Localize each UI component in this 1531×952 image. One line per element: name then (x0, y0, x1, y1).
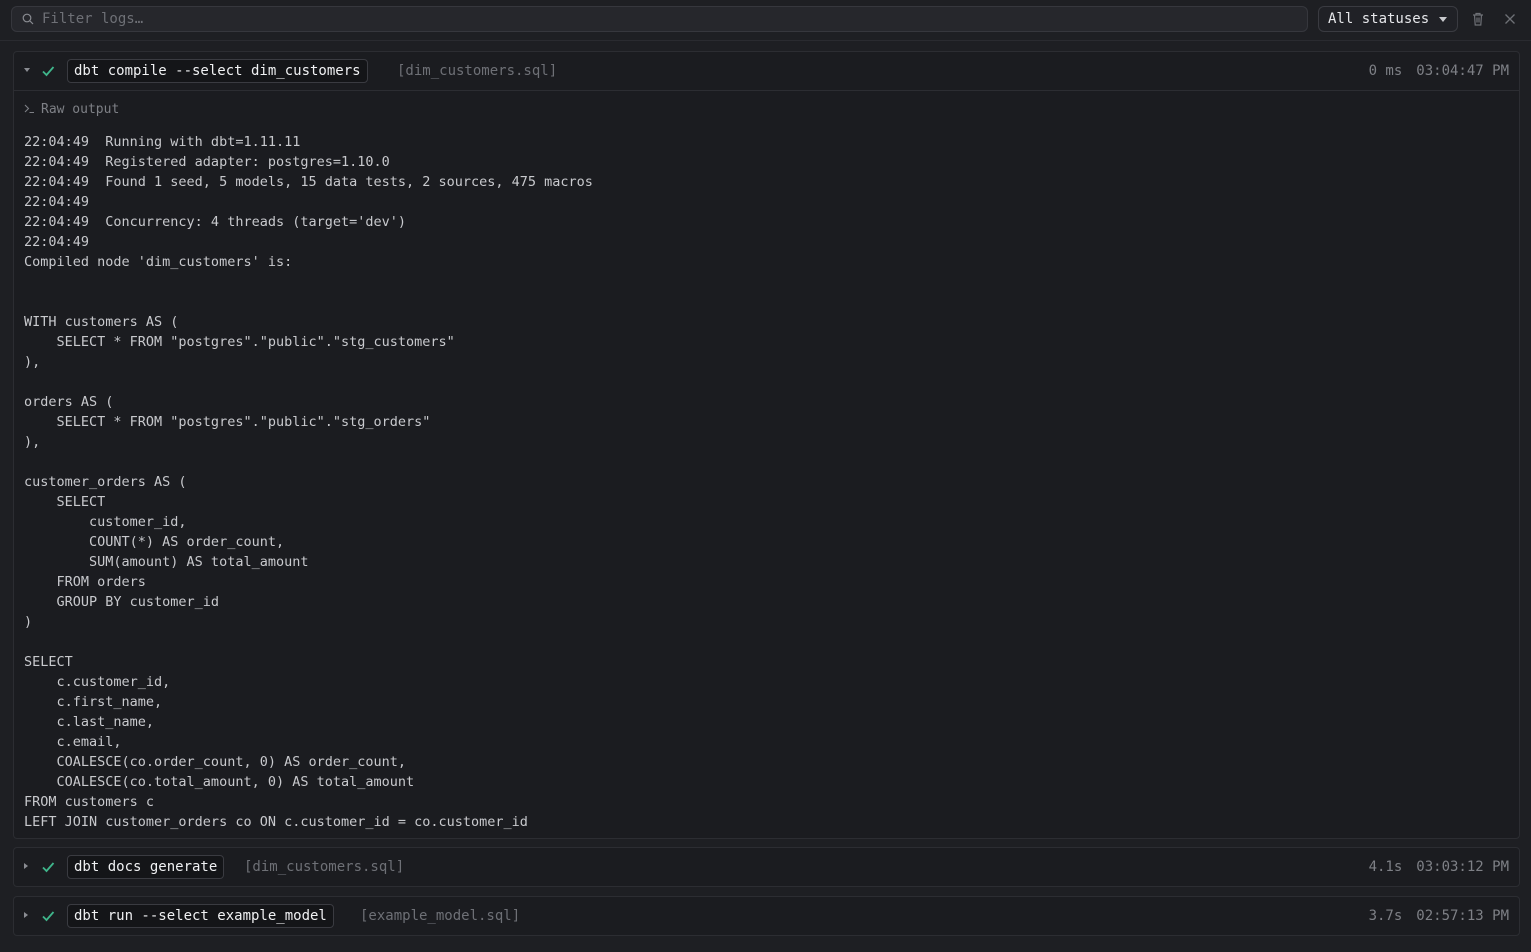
log-command: dbt compile --select dim_customers (67, 59, 368, 83)
chevron-right-icon[interactable] (24, 863, 28, 869)
log-duration: 4.1s (1368, 859, 1403, 875)
log-entry-header[interactable]: dbt run --select example_model [example_… (14, 897, 1519, 935)
log-command: dbt run --select example_model (67, 904, 334, 928)
log-duration: 0 ms (1368, 63, 1403, 79)
log-meta: 3.7s 02:57:13 PM (1369, 908, 1509, 924)
filter-logs-input[interactable] (42, 9, 1292, 29)
search-icon (22, 13, 34, 25)
close-icon[interactable] (1502, 11, 1518, 27)
log-timestamp: 02:57:13 PM (1416, 908, 1509, 924)
log-file: [dim_customers.sql] (244, 859, 405, 875)
log-command: dbt docs generate (67, 855, 225, 879)
success-check-icon (42, 862, 55, 873)
log-body: Raw output 22:04:49 Running with dbt=1.1… (14, 90, 1519, 830)
chevron-right-icon[interactable] (24, 912, 28, 918)
log-entry-header[interactable]: dbt docs generate [dim_customers.sql] 4.… (14, 848, 1519, 886)
raw-output-text: Raw output (41, 102, 120, 117)
log-meta: 0 ms 03:04:47 PM (1369, 63, 1509, 79)
success-check-icon (42, 911, 55, 922)
log-entry: dbt compile --select dim_customers [dim_… (13, 51, 1520, 839)
log-file: [example_model.sql] (360, 908, 521, 924)
log-meta: 4.1s 03:03:12 PM (1369, 859, 1509, 875)
log-timestamp: 03:04:47 PM (1416, 63, 1509, 79)
status-filter-value: All statuses (1328, 11, 1430, 27)
log-entry[interactable]: dbt run --select example_model [example_… (13, 896, 1520, 936)
raw-output-label: Raw output (24, 102, 119, 117)
log-entry-header[interactable]: dbt compile --select dim_customers [dim_… (14, 52, 1519, 90)
log-duration: 3.7s (1368, 908, 1403, 924)
success-check-icon (42, 66, 55, 77)
log-toolbar: All statuses (0, 0, 1531, 41)
log-file: [dim_customers.sql] (397, 63, 558, 79)
log-timestamp: 03:03:12 PM (1416, 859, 1509, 875)
filter-logs-search[interactable] (11, 6, 1308, 32)
chevron-down-icon (1439, 17, 1447, 22)
trash-icon[interactable] (1470, 11, 1486, 27)
raw-output-log: 22:04:49 Running with dbt=1.11.11 22:04:… (24, 134, 593, 830)
log-entry[interactable]: dbt docs generate [dim_customers.sql] 4.… (13, 847, 1520, 887)
status-filter-dropdown[interactable]: All statuses (1318, 6, 1458, 32)
terminal-icon (24, 104, 34, 114)
chevron-down-icon[interactable] (24, 68, 30, 72)
